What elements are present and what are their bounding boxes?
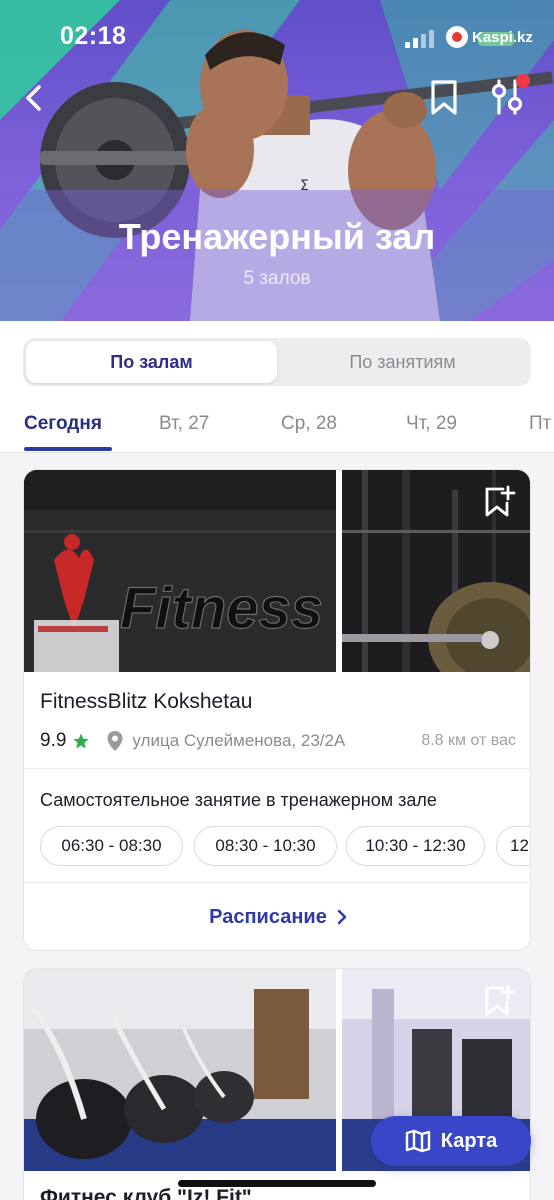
gym-meta-row: 9.9 улица Сулейменова, 23/2А 8.8 км от в… [40,728,516,754]
bookmark-icon [431,80,457,115]
bookmark-button[interactable] [424,76,464,120]
page-title: Тренажерный зал [118,216,436,257]
gym-photo-fitness-sign: Fitness [24,470,336,672]
time-slot-button[interactable]: 06:30 - 08:30 [40,826,183,866]
back-arrow-icon [26,85,41,111]
tab-tue-27[interactable]: Вт, 27 [159,413,209,435]
fitness-sign-text: Fitness [120,576,323,641]
content-area: По залам По занятиям Сегодня Вт, 27 Ср, … [0,321,554,1200]
gym-card[interactable]: Fitness FitnessBlitz Kokshetau 9.9 улица… [23,469,531,951]
segment-by-gyms[interactable]: По залам [26,341,277,383]
add-to-favorites-button[interactable] [482,983,518,1019]
bookmark-plus-icon [485,485,516,517]
chevron-right-icon [337,909,347,925]
map-button-label: Карта [440,1129,498,1152]
gym-list: Fitness FitnessBlitz Kokshetau 9.9 улица… [0,453,554,1200]
tab-today[interactable]: Сегодня [24,413,102,435]
tab-active-indicator [24,447,112,451]
add-to-favorites-button[interactable] [482,484,518,520]
kaspi-logo-icon [446,26,468,48]
time-slots: 06:30 - 08:30 08:30 - 10:30 10:30 - 12:3… [40,826,530,866]
gym-distance: 8.8 км от вас [421,732,516,749]
session-title: Самостоятельное занятие в тренажерном за… [40,790,437,810]
status-bar: 02:18 Kaspi.kz [0,0,554,72]
time-slot-button[interactable]: 12: [496,826,530,866]
filter-button[interactable] [484,74,530,120]
gym-name[interactable]: Фитнес клуб "Iz! Fit" [40,1186,252,1200]
back-button[interactable] [14,76,54,120]
view-segmented-control: По залам По занятиям [23,338,531,386]
date-tabs: Сегодня Вт, 27 Ср, 28 Чт, 29 Пт [0,401,554,453]
home-indicator [178,1180,376,1187]
location-pin-icon [107,731,123,751]
gym-rating: 9.9 [40,730,67,751]
bookmark-plus-icon [485,984,516,1016]
schedule-button[interactable]: Расписание [24,884,530,950]
schedule-label: Расписание [209,905,327,928]
segment-by-classes[interactable]: По занятиям [277,341,528,383]
gym-name[interactable]: FitnessBlitz Kokshetau [40,690,252,714]
carrier-indicator: Kaspi.kz [446,26,533,48]
gym-photo-main[interactable]: Fitness [24,470,336,672]
card-divider [24,768,530,769]
time-slot-button[interactable]: 10:30 - 12:30 [346,826,485,866]
page-subtitle: 5 залов [243,268,311,289]
tab-wed-28[interactable]: Ср, 28 [281,413,337,435]
time-slot-button[interactable]: 08:30 - 10:30 [194,826,337,866]
star-icon [73,733,89,749]
signal-strength-icon [405,30,434,48]
gym-photo-main[interactable] [24,969,336,1171]
tab-thu-29[interactable]: Чт, 29 [406,413,457,435]
tab-fri[interactable]: Пт [529,413,551,435]
gym-address: улица Сулейменова, 23/2А [132,731,346,750]
status-time: 02:18 [60,22,127,50]
carrier-name: Kaspi.kz [472,28,533,46]
map-icon [405,1129,430,1153]
filter-badge [516,74,530,88]
gym-photo-cardio [24,969,336,1171]
map-button[interactable]: Карта [371,1116,531,1166]
card-divider [24,882,530,883]
hero-banner: Σ 02:18 Kaspi.kz Тренажерный зал 5 залов [0,0,554,321]
